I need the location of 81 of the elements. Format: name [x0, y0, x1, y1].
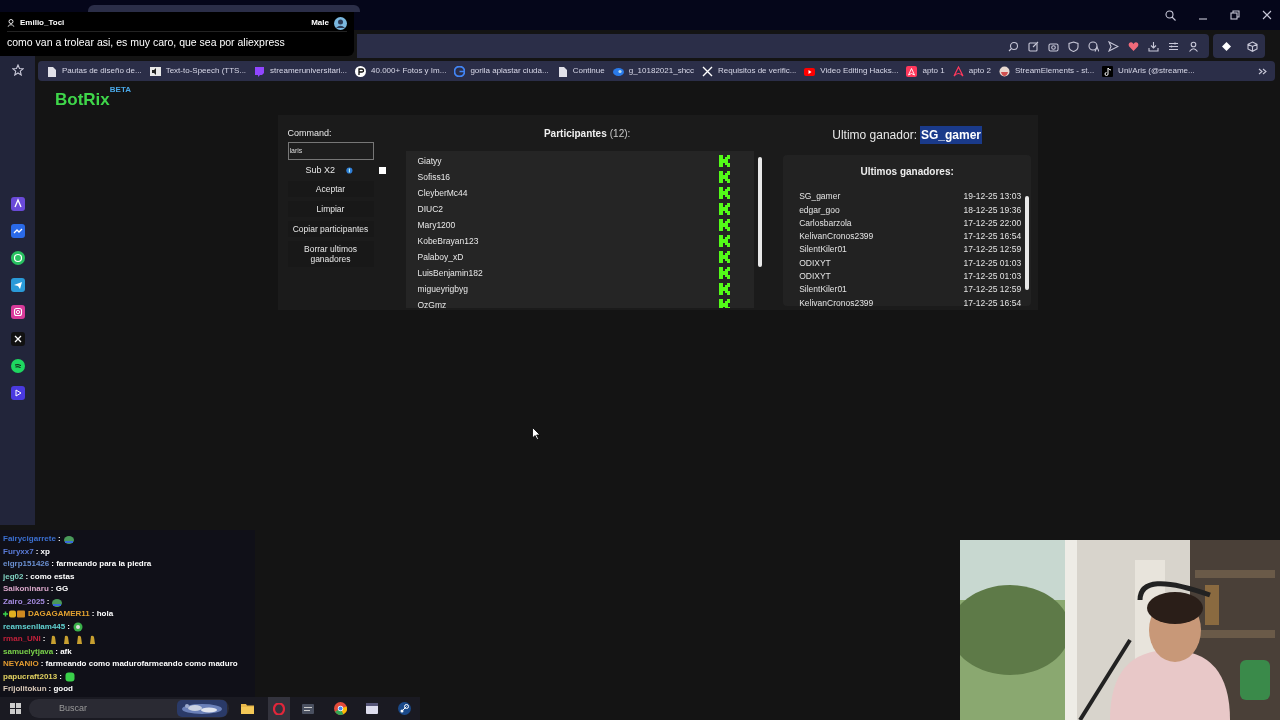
logo-text: BotRix	[55, 90, 110, 111]
bookmark[interactable]: apto 1	[906, 65, 945, 77]
chat-username: Saikoninaru	[3, 583, 49, 596]
winner-date: 17-12-25 12:59	[963, 243, 1022, 257]
gender-label: Male	[311, 17, 329, 29]
chat-username: elgrp151426	[3, 558, 50, 571]
chat-username: Furyxx7	[3, 545, 34, 558]
winner-name: ODIXYT	[799, 256, 831, 270]
chat-username: NEYANIO	[3, 658, 39, 671]
participant-name: KobeBrayan123	[417, 234, 479, 248]
chat-message: :	[67, 620, 70, 633]
chat-message: : xp	[35, 545, 50, 558]
participant-name: CleyberMc44	[417, 186, 468, 200]
winner-date: 17-12-25 22:00	[963, 216, 1022, 230]
chat-username: Emilio_Toci	[20, 17, 65, 29]
chat-message: :	[46, 595, 50, 608]
taskbar-search-field[interactable]: Buscar	[29, 699, 229, 718]
winner-name: KelivanCronos2399	[799, 296, 874, 306]
chat-message: : farmeando como madurofarmeando como maduro	[40, 658, 238, 671]
participant-name: Sofiss16	[417, 170, 451, 184]
winner-name: SilentKiler01	[799, 283, 847, 297]
winner-date: 17-12-25 16:54	[963, 296, 1022, 306]
winner-name: ODIXYT	[799, 270, 831, 283]
chat-username: jeg02	[3, 570, 24, 583]
chat-username: Frijolitokun	[3, 683, 47, 696]
participants-title: Participantes	[543, 126, 607, 141]
participant-name: OzGmz	[417, 298, 447, 308]
participant-name: LuisBenjamin182	[417, 266, 483, 280]
chat-message: : farmeando para la piedra	[51, 558, 152, 571]
winner-date: 19-12-25 13:03	[963, 190, 1022, 203]
chat-username: reamsenllam445	[3, 620, 66, 633]
participant-name: migueyrigbyg	[417, 282, 469, 296]
bookmark[interactable]: g_10182021_shcc	[612, 65, 695, 77]
last-winner-name: SG_gamer	[919, 126, 982, 144]
bookmark[interactable]: Pautas de diseño de...	[46, 65, 142, 77]
bookmark[interactable]: streameruniversitari...	[254, 65, 347, 77]
chat-message: :	[42, 633, 46, 646]
bookmark[interactable]: 40.000+ Fotos y Im...	[355, 65, 447, 77]
chat-message: : afk	[55, 645, 72, 658]
chat-message: : GG	[50, 583, 69, 596]
search-input: Buscar	[59, 701, 149, 716]
bookmark[interactable]: StreamElements - st...	[998, 65, 1095, 77]
bookmark[interactable]: gorila aplastar ciuda...	[454, 65, 549, 77]
chat-username: papucraft2013	[3, 670, 58, 683]
chat-username: DAGAGAMER11	[28, 608, 90, 621]
chat-username: rman_UNI	[3, 633, 41, 646]
winner-date: 17-12-25 01:03	[963, 270, 1022, 283]
bookmark[interactable]: Uni/Aris (@streame...	[1102, 65, 1195, 77]
chat-message: : good	[48, 683, 73, 696]
last-winner-label: Ultimo ganador:	[832, 127, 917, 144]
participant-name: DIUC2	[417, 202, 443, 216]
participant-name: Mary1200	[417, 218, 456, 232]
sub-x2-label: Sub X2	[305, 163, 336, 177]
participant-name: Palaboy_xD	[417, 250, 464, 264]
bookmark[interactable]: Video Editing Hacks...	[804, 65, 899, 77]
recent-winners-title: Ultimos ganadores:	[859, 165, 955, 179]
chat-message: como van a trolear asi, es muy caro, que sea por aliexpress	[7, 35, 286, 50]
participants-count: (12):	[609, 126, 631, 141]
chat-message: : como estas	[25, 570, 75, 583]
chat-username: samuelytjava	[3, 645, 54, 658]
winner-date: 17-12-25 16:54	[963, 230, 1022, 243]
winner-name: SilentKiler01	[799, 243, 847, 257]
command-label: Command:	[287, 127, 333, 140]
chat-username: Fairycigarrete	[3, 533, 56, 546]
bookmark[interactable]: Text-to-Speech (TTS...	[149, 65, 247, 77]
winner-name: KelivanCronos2399	[799, 230, 874, 243]
winner-date: 17-12-25 12:59	[963, 283, 1022, 297]
chat-message: : hola	[91, 608, 114, 621]
bookmark[interactable]: Requisitos de verific...	[702, 65, 797, 77]
chat-message: :	[57, 533, 61, 546]
bookmark[interactable]: Continue	[556, 65, 605, 77]
winner-date: 17-12-25 01:03	[963, 256, 1022, 270]
winner-name: SG_gamer	[799, 190, 841, 203]
bookmark[interactable]: apto 2	[952, 65, 991, 77]
winner-name: Carlosbarzola	[799, 216, 852, 230]
chat-message: :	[59, 670, 62, 683]
winner-date: 18-12-25 19:36	[963, 203, 1022, 217]
chat-username: Zairo_2025	[3, 595, 45, 608]
participant-name: Giatyy	[417, 154, 442, 168]
winner-name: edgar_goo	[799, 203, 840, 217]
beta-tag: BETA	[109, 84, 131, 96]
